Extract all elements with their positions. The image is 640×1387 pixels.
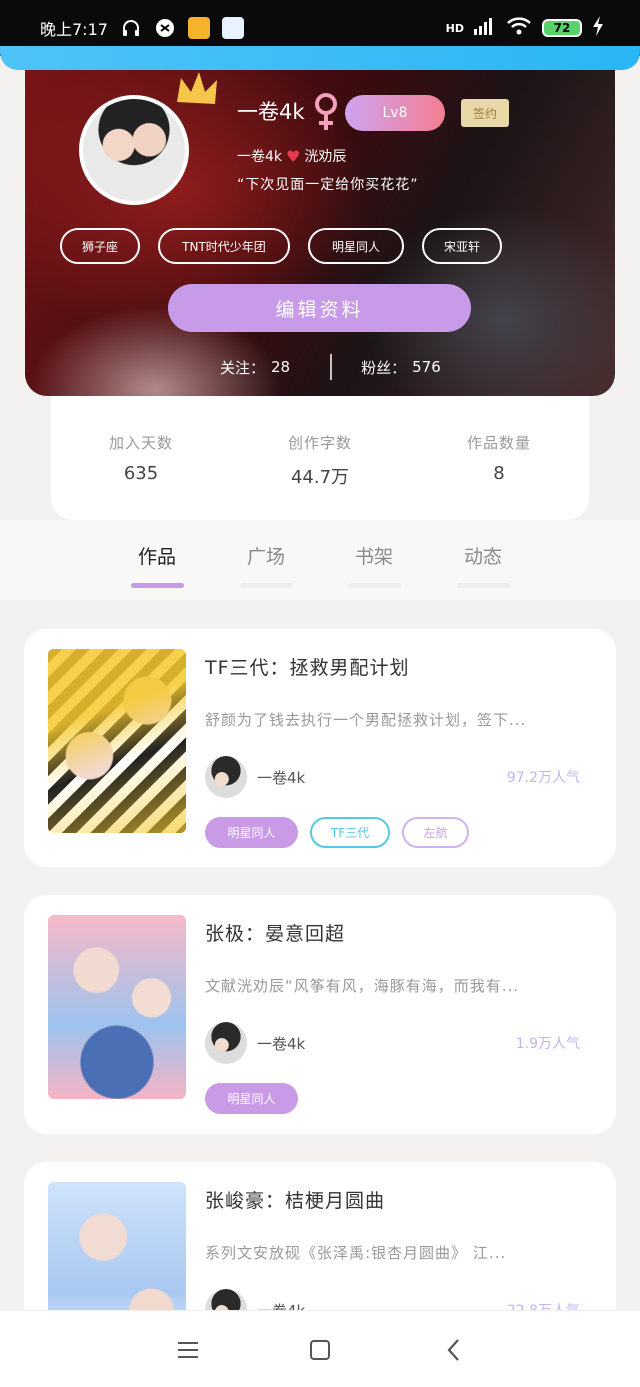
work-description: 文献洸劝辰“风筝有风，海豚有海，而我有...	[205, 977, 520, 995]
headphones-icon	[120, 17, 142, 39]
work-card[interactable]: TF三代：拯救男配计划 舒颜为了钱去执行一个男配拯救计划，签下... 一卷4k …	[24, 629, 616, 867]
work-description: 舒颜为了钱去执行一个男配拯救计划，签下...	[205, 711, 527, 729]
stat-label: 作品数量	[466, 434, 531, 452]
relation-left: 一卷4k	[237, 149, 283, 165]
tab-works[interactable]: 作品	[117, 542, 197, 588]
author-name: 一卷4k	[257, 1035, 306, 1053]
tab-label: 作品	[137, 546, 176, 568]
stat-word-count: 创作字数 44.7万	[260, 432, 380, 489]
author-avatar	[205, 1022, 247, 1064]
tab-underline	[347, 583, 401, 588]
top-accent-bar	[0, 46, 640, 70]
app-notification-icon	[154, 17, 176, 39]
profile-tag[interactable]: 狮子座	[60, 228, 140, 264]
stat-value: 635	[123, 463, 159, 484]
profile-tags: 狮子座 TNT时代少年团 明星同人 宋亚轩	[60, 228, 502, 264]
crown-icon	[177, 72, 217, 104]
work-tag[interactable]: TF三代	[310, 817, 390, 848]
app-icon	[221, 17, 244, 39]
tab-underline	[239, 583, 293, 588]
level-badge: Lv8	[345, 95, 445, 131]
tab-bookshelf[interactable]: 书架	[334, 542, 414, 588]
work-cover[interactable]	[48, 649, 186, 833]
wifi-icon	[506, 16, 532, 40]
stat-join-days: 加入天数 635	[81, 432, 201, 484]
work-tags: 明星同人 TF三代 左航	[205, 817, 469, 848]
work-title[interactable]: 张峻豪：桔梗月圆曲	[205, 1186, 385, 1213]
work-title[interactable]: 张极：晏意回超	[205, 919, 345, 946]
tab-underline	[456, 583, 510, 588]
tab-label: 动态	[463, 546, 502, 568]
following-label[interactable]: 关注：	[220, 357, 265, 378]
fans-label[interactable]: 粉丝：	[361, 357, 406, 378]
profile-quote: “下次见面一定给你买花花”	[237, 177, 419, 193]
popularity: 97.2万人气	[506, 770, 580, 786]
work-tags: 明星同人	[205, 1083, 298, 1114]
fans-count[interactable]: 576	[412, 358, 441, 376]
profile-header: 一卷4k Lv8 签约 一卷4k ♥ 洸劝辰 “下次见面一定给你买花花” 狮子座…	[25, 70, 615, 396]
charging-icon	[592, 16, 604, 40]
content-tabs: 作品 广场 书架 动态	[0, 520, 640, 600]
heart-icon: ♥	[286, 146, 301, 166]
stat-value: 44.7万	[290, 467, 350, 488]
menu-icon[interactable]	[168, 1335, 208, 1365]
edit-profile-button[interactable]: 编辑资料	[168, 284, 471, 332]
stat-label: 加入天数	[108, 434, 173, 452]
follow-stats: 关注： 28 粉丝： 576	[220, 354, 441, 380]
battery-level: 72	[553, 21, 571, 35]
stat-label: 创作字数	[287, 434, 352, 452]
profile-tag[interactable]: 宋亚轩	[422, 228, 502, 264]
work-description: 系列文安放砚《张泽禹:银杏月圆曲》 江...	[205, 1244, 507, 1262]
work-title[interactable]: TF三代：拯救男配计划	[205, 653, 410, 680]
divider	[330, 354, 333, 380]
tab-label: 书架	[354, 546, 393, 568]
popularity: 1.9万人气	[515, 1036, 580, 1052]
weibo-icon	[187, 17, 210, 39]
female-icon	[315, 93, 337, 130]
status-time: 晚上7:17	[40, 20, 108, 39]
tab-activity[interactable]: 动态	[443, 542, 523, 588]
home-square-icon[interactable]	[300, 1335, 340, 1365]
tab-label: 广场	[246, 546, 285, 568]
nickname: 一卷4k	[237, 100, 305, 124]
back-chevron-icon[interactable]	[434, 1335, 474, 1365]
stats-panel: 加入天数 635 创作字数 44.7万 作品数量 8	[51, 396, 589, 520]
author-avatar	[205, 756, 247, 798]
work-card[interactable]: 张极：晏意回超 文献洸劝辰“风筝有风，海豚有海，而我有... 一卷4k 1.9万…	[24, 895, 616, 1134]
author-name: 一卷4k	[257, 769, 306, 787]
work-cover[interactable]	[48, 915, 186, 1099]
tab-underline	[130, 583, 184, 588]
network-hd-label: HD	[445, 21, 464, 35]
following-count[interactable]: 28	[271, 358, 290, 376]
system-nav-bar	[0, 1310, 640, 1387]
signal-icon	[474, 17, 496, 39]
work-tag[interactable]: 明星同人	[205, 817, 298, 848]
profile-tag[interactable]: TNT时代少年团	[158, 228, 290, 264]
profile-tag[interactable]: 明星同人	[308, 228, 404, 264]
tab-square[interactable]: 广场	[226, 542, 306, 588]
relation-right: 洸劝辰	[304, 149, 347, 165]
battery-icon: 72	[542, 19, 582, 37]
work-tag[interactable]: 明星同人	[205, 1083, 298, 1114]
work-tag[interactable]: 左航	[402, 817, 469, 848]
stat-works-count: 作品数量 8	[439, 432, 559, 484]
relation-line: 一卷4k ♥ 洸劝辰	[237, 146, 346, 166]
signed-badge: 签约	[461, 99, 509, 127]
stat-value: 8	[493, 463, 505, 484]
